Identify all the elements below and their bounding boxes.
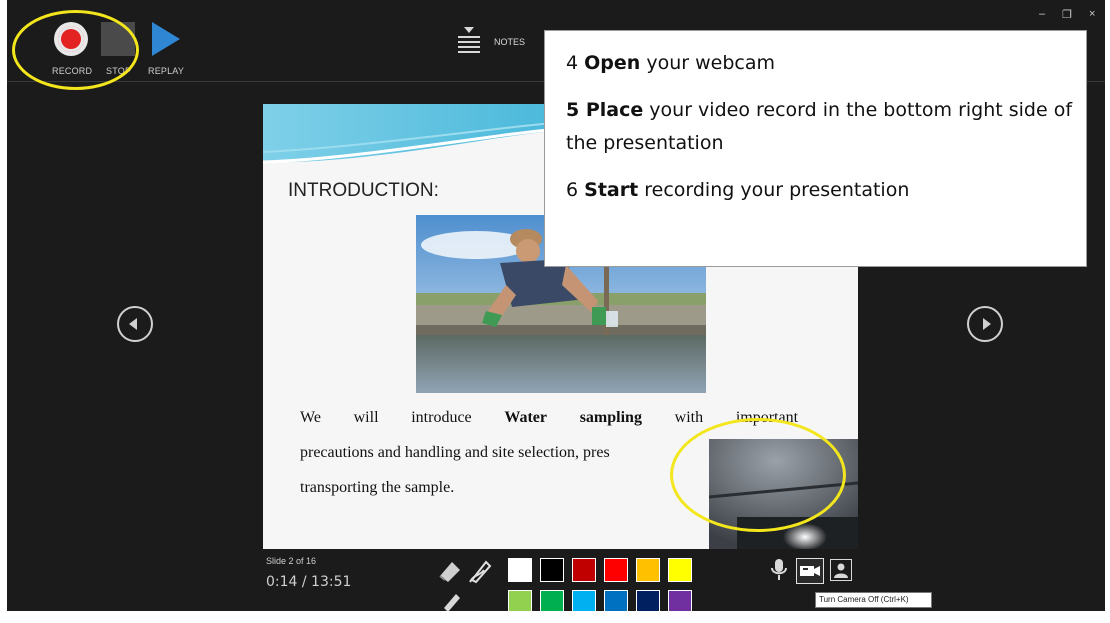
notes-icon[interactable]: [458, 27, 480, 53]
webcam-highlight-ring: [670, 418, 846, 532]
screenshot-border-left: [0, 0, 7, 623]
instruction-step-4: 4 Open your webcam: [566, 52, 776, 74]
pen-icon[interactable]: [466, 556, 494, 584]
instruction-callout: 4 Open your webcam 5 Place your video re…: [544, 30, 1087, 267]
camera-icon: [800, 566, 820, 576]
replay-label: REPLAY: [148, 66, 185, 76]
recording-timer: 0:14 / 13:51: [266, 574, 352, 590]
record-highlight-ring: [12, 10, 139, 90]
replay-button[interactable]: [152, 22, 180, 56]
screenshot-border-right: [1105, 0, 1110, 623]
pen-color-white[interactable]: [508, 558, 532, 582]
notes-label[interactable]: NOTES: [494, 37, 525, 47]
screenshot-border-bottom: [0, 611, 1110, 623]
chevron-right-circle-icon[interactable]: [967, 306, 1003, 342]
minimize-button[interactable]: –: [1039, 8, 1045, 20]
pen-color-dark-red[interactable]: [572, 558, 596, 582]
slide-counter: Slide 2 of 16: [266, 556, 317, 566]
microphone-icon[interactable]: [770, 558, 788, 582]
pen-color-orange[interactable]: [636, 558, 660, 582]
camera-tooltip: Turn Camera Off (Ctrl+K): [815, 592, 932, 608]
pen-color-black[interactable]: [540, 558, 564, 582]
camera-toggle-button[interactable]: [796, 558, 824, 584]
recording-window: RECORD STOP REPLAY NOTES – ❐ × INTRODUCT…: [0, 0, 1110, 623]
person-icon: [834, 563, 848, 578]
pen-color-red[interactable]: [604, 558, 628, 582]
pen-color-yellow[interactable]: [668, 558, 692, 582]
instruction-step-5: 5 Place your video record in the bottom …: [566, 99, 1073, 154]
slide-title: INTRODUCTION:: [288, 180, 439, 201]
chevron-left-circle-icon[interactable]: [117, 306, 153, 342]
restore-button[interactable]: ❐: [1062, 8, 1072, 21]
camera-preview-toggle[interactable]: [830, 559, 852, 581]
instruction-step-6: 6 Start recording your presentation: [566, 179, 910, 201]
close-button[interactable]: ×: [1089, 8, 1095, 20]
eraser-icon[interactable]: [436, 556, 464, 584]
